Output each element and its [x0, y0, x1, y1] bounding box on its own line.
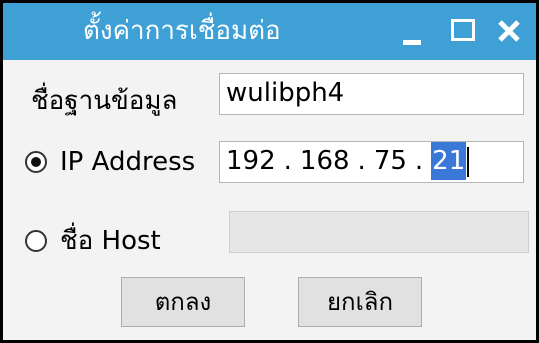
ip-octet-3: 75 — [373, 146, 407, 176]
ip-octet-2: 168 — [299, 146, 350, 176]
ok-button[interactable]: ตกลง — [121, 277, 245, 327]
title-bar[interactable]: ตั้งค่าการเชื่อมต่อ — [3, 3, 536, 60]
host-name-label: ชื่อ Host — [60, 226, 161, 256]
cancel-button[interactable]: ยกเลิก — [298, 277, 422, 327]
maximize-icon — [451, 19, 475, 41]
ip-octet-1: 192 — [226, 146, 276, 176]
connection-settings-dialog: ตั้งค่าการเชื่อมต่อ ชื่อฐานข้อมูล wulibp… — [0, 0, 539, 343]
minimize-icon — [403, 40, 421, 45]
minimize-button[interactable] — [389, 3, 437, 60]
ip-address-label: IP Address — [60, 147, 196, 177]
ip-address-input[interactable]: 192. 168. 75. 21 — [219, 141, 524, 183]
ip-separator: . — [357, 146, 366, 176]
close-button[interactable] — [485, 3, 533, 60]
host-name-input[interactable] — [229, 211, 529, 253]
ip-separator: . — [283, 146, 292, 176]
ip-address-radio[interactable] — [25, 151, 47, 173]
radio-selected-dot — [31, 157, 41, 167]
text-caret — [467, 146, 470, 177]
ip-octet-4-selected: 21 — [431, 142, 467, 180]
close-icon — [498, 20, 520, 42]
ip-separator: . — [414, 146, 424, 176]
window-title: ตั้งค่าการเชื่อมต่อ — [83, 16, 281, 46]
database-name-input[interactable]: wulibph4 — [219, 73, 524, 115]
database-name-label: ชื่อฐานข้อมูล — [31, 86, 178, 116]
database-name-value: wulibph4 — [226, 78, 345, 108]
maximize-button[interactable] — [437, 3, 485, 60]
host-name-radio[interactable] — [25, 230, 47, 252]
